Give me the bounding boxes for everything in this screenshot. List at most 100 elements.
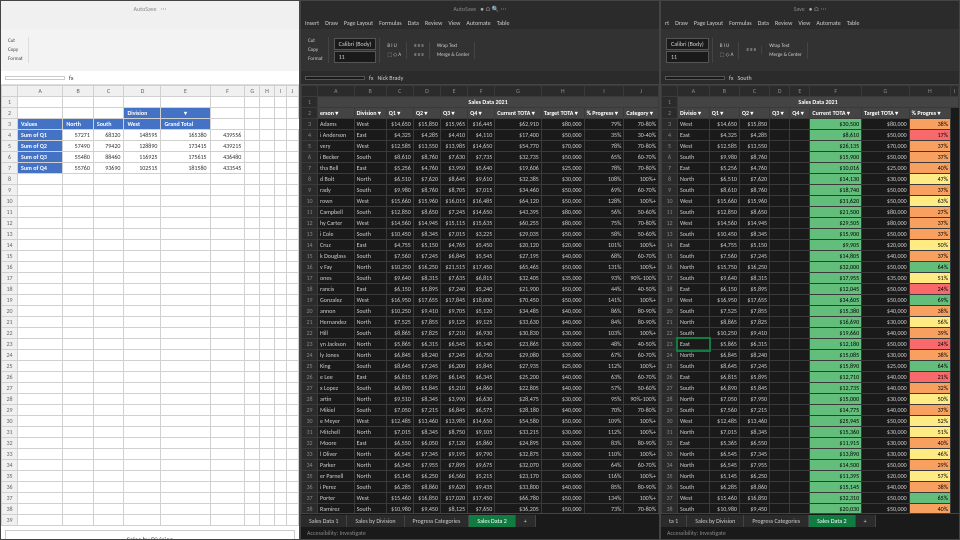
table-row[interactable]: 25KingSouth$8,645$7,245$6,200$5,845$27,9…	[302, 361, 659, 372]
table-row[interactable]: 30e MeyerWest$12,485$13,460$13,985$14,65…	[302, 416, 659, 427]
table-row[interactable]: 3AdamsWest$14,650$15,850$15,965$16,445$6…	[302, 119, 659, 130]
table-row[interactable]: 21HernandezNorth$7,525$7,855$9,125$9,125…	[302, 317, 659, 328]
table-row[interactable]: 19West$16,950$17,655$34,605$50,00069%	[662, 295, 959, 306]
table-row[interactable]: 11South$12,850$8,650$21,500$80,00027%	[662, 207, 959, 218]
autosave[interactable]: AutoSave	[134, 5, 157, 13]
table-row[interactable]: 12hy CarterWest$14,560$14,945$15,115$15,…	[302, 218, 659, 229]
formula-value[interactable]: Nick Brady	[377, 74, 403, 82]
menu-page layout[interactable]: Page Layout	[344, 19, 373, 27]
grid[interactable]: ABCDEFGHI 1Sales Data 2021 2Divisio ▾Q1 …	[661, 85, 959, 513]
table-row[interactable]: 35er ParnellNorth$5,145$6,250$6,560$5,21…	[302, 471, 659, 482]
table-row[interactable]: 16v FayNorth$10,250$16,250$21,515$17,450…	[302, 262, 659, 273]
table-row[interactable]: 33l OliverNorth$6,545$7,345$9,195$9,790$…	[302, 449, 659, 460]
table-row[interactable]: 14CruzEast$4,755$5,150$4,765$5,450$20,12…	[302, 240, 659, 251]
font-select[interactable]: Calibri (Body)	[334, 38, 377, 50]
table-row[interactable]: 34North$6,545$7,955$14,500$50,00029%	[662, 460, 959, 471]
table-row[interactable]: 32East$5,365$6,550$11,915$30,00040%	[662, 438, 959, 449]
table-row[interactable]: 38RamirezSouth$10,980$9,450$8,125$7,650$…	[302, 504, 659, 514]
tab-sales-data-2[interactable]: Sales Data 2	[469, 515, 515, 527]
fx-icon[interactable]: fx	[369, 74, 373, 82]
table-row[interactable]: 33North$6,545$7,345$13,890$30,00046%	[662, 449, 959, 460]
table-row[interactable]: 19GonzalezWest$16,950$17,655$17,845$18,0…	[302, 295, 659, 306]
table-row[interactable]: 12West$14,560$14,945$29,505$80,00037%	[662, 218, 959, 229]
table-row[interactable]: 22HillSouth$8,865$7,825$7,210$6,930$30,8…	[302, 328, 659, 339]
table-row[interactable]: 36South$6,285$8,860$15,145$40,00038%	[662, 482, 959, 493]
table-row[interactable]: 9South$8,610$8,760$18,740$50,00037%	[662, 185, 959, 196]
table-row[interactable]: 34ParkerNorth$6,545$7,955$7,895$9,675$32…	[302, 460, 659, 471]
table-row[interactable]: 24ly JonesNorth$6,845$8,240$7,245$6,750$…	[302, 350, 659, 361]
table-row[interactable]: 23yn JacksonNorth$5,865$6,315$6,545$5,14…	[302, 339, 659, 350]
table-row[interactable]: 4i AndersonEast$4,325$4,285$4,410$4,110$…	[302, 130, 659, 141]
table-row[interactable]: 27x LopezSouth$6,890$5,845$5,210$4,860$2…	[302, 383, 659, 394]
add-sheet[interactable]: +	[516, 515, 536, 527]
format-btn[interactable]: Format	[6, 55, 25, 63]
table-row[interactable]: 14East$4,755$5,150$9,905$20,00050%	[662, 240, 959, 251]
table-row[interactable]: 18rancisEast$6,150$5,895$7,240$5,240$21,…	[302, 284, 659, 295]
menu-view[interactable]: View	[448, 19, 460, 27]
table-row[interactable]: 9radySouth$9,980$8,760$8,705$7,015$34,46…	[302, 185, 659, 196]
table-row[interactable]: 18East$6,150$5,895$12,045$50,00024%	[662, 284, 959, 295]
table-row[interactable]: 7tha BellEast$5,256$4,760$3,950$5,640$19…	[302, 163, 659, 174]
grid[interactable]: ABCDEFGHIJ 1Sales Data 2021 2erson ▾Divi…	[301, 85, 659, 513]
table-row[interactable]: 15South$7,560$7,245$14,805$40,00037%	[662, 251, 959, 262]
accessibility-status[interactable]: Accessibility: Investigate	[307, 529, 366, 537]
table-row[interactable]: 17onesSouth$9,640$8,315$7,635$6,815$32,4…	[302, 273, 659, 284]
table-row[interactable]: 31MitchellNorth$7,015$8,345$8,750$9,105$…	[302, 427, 659, 438]
table-row[interactable]: 15k DouglassSouth$7,560$7,245$6,845$5,54…	[302, 251, 659, 262]
menu-automate[interactable]: Automate	[466, 19, 490, 27]
table-row[interactable]: 13i ColeSouth$10,450$8,345$7,015$3,225$2…	[302, 229, 659, 240]
grid[interactable]: ABCDEFGHIJ 1 2Division▾ 3ValuesNorthSout…	[1, 85, 299, 539]
menu-data[interactable]: Data	[408, 19, 419, 27]
table-row[interactable]: 8North$6,510$7,620$14,130$30,00047%	[662, 174, 959, 185]
table-row[interactable]: 7East$5,256$4,760$10,016$25,00040%	[662, 163, 959, 174]
table-row[interactable]: 10West$15,660$15,960$31,620$50,00063%	[662, 196, 959, 207]
table-row[interactable]: 21North$8,865$7,825$16,690$30,00056%	[662, 317, 959, 328]
tab-sales-by-division[interactable]: Sales by Division	[347, 515, 404, 527]
fx-icon[interactable]: fx	[69, 74, 73, 82]
table-row[interactable]: 16North$15,750$16,250$32,000$50,00064%	[662, 262, 959, 273]
name-box[interactable]	[305, 76, 365, 80]
table-row[interactable]: 5West$12,585$13,550$26,135$70,00037%	[662, 141, 959, 152]
table-row[interactable]: 26e LeeEast$6,815$5,895$6,145$6,345$25,2…	[302, 372, 659, 383]
table-row[interactable]: 37PorterWest$15,460$16,850$17,020$17,450…	[302, 493, 659, 504]
table-row[interactable]: 6i BeckerSouth$8,610$8,760$7,630$7,735$3…	[302, 152, 659, 163]
table-row[interactable]: 20annonSouth$10,250$9,410$9,705$5,120$34…	[302, 306, 659, 317]
table-row[interactable]: 30West$12,485$13,460$25,945$50,00052%	[662, 416, 959, 427]
table-row[interactable]: 38South$10,980$9,450$20,030$50,00040%	[662, 504, 959, 514]
table-row[interactable]: 31North$7,015$8,345$15,360$30,00051%	[662, 427, 959, 438]
table-row[interactable]: 24North$6,845$8,240$15,085$30,00038%	[662, 350, 959, 361]
table-row[interactable]: 29MikielSouth$7,050$7,215$6,845$6,575$28…	[302, 405, 659, 416]
tab-sales-data-1[interactable]: Sales Data 1	[301, 515, 347, 527]
table-row[interactable]: 6South$9,980$8,760$15,900$50,00037%	[662, 152, 959, 163]
table-row[interactable]: 36i PerezSouth$6,285$8,860$9,620$9,435$3…	[302, 482, 659, 493]
table-row[interactable]: 25South$8,645$7,245$15,890$25,00064%	[662, 361, 959, 372]
table-row[interactable]: 35North$5,145$6,250$11,395$20,00057%	[662, 471, 959, 482]
table-row[interactable]: 32MooreEast$6,550$6,050$7,120$5,860$24,8…	[302, 438, 659, 449]
tab-progress-categories[interactable]: Progress Categories	[405, 515, 470, 527]
cut-btn[interactable]: Cut	[6, 37, 25, 45]
name-box[interactable]	[5, 76, 65, 80]
table-row[interactable]: 20South$7,525$7,855$15,380$40,00038%	[662, 306, 959, 317]
table-row[interactable]: 11CampbellSouth$12,850$8,650$7,245$14,65…	[302, 207, 659, 218]
table-row[interactable]: 37West$15,460$16,850$32,310$50,00065%	[662, 493, 959, 504]
menu-formulas[interactable]: Formulas	[379, 19, 401, 27]
table-row[interactable]: 22South$10,250$9,410$19,660$40,00039%	[662, 328, 959, 339]
table-row[interactable]: 13South$10,450$8,345$15,900$50,00037%	[662, 229, 959, 240]
menu-table[interactable]: Table	[497, 19, 510, 27]
table-row[interactable]: 29South$7,560$7,215$14,775$40,00037%	[662, 405, 959, 416]
table-row[interactable]: 17South$9,640$8,315$17,955$35,00051%	[662, 273, 959, 284]
table-row[interactable]: 3West$14,650$15,850$30,500$80,00038%	[662, 119, 959, 130]
menu-draw[interactable]: Draw	[325, 19, 338, 27]
table-row[interactable]: 28North$7,050$7,950$15,000$30,00050%	[662, 394, 959, 405]
menu-review[interactable]: Review	[425, 19, 442, 27]
copy-btn[interactable]: Copy	[6, 46, 25, 54]
table-row[interactable]: 26East$6,815$5,895$12,710$40,00021%	[662, 372, 959, 383]
table-row[interactable]: 5veryWest$12,585$13,550$13,985$14,650$54…	[302, 141, 659, 152]
table-row[interactable]: 8d BoltNorth$6,510$7,620$8,645$9,610$32,…	[302, 174, 659, 185]
menu-insert[interactable]: Insert	[305, 19, 319, 27]
table-row[interactable]: 23East$5,865$6,315$12,180$50,00024%	[662, 339, 959, 350]
chart-sales-by-division[interactable]: Sales by Division	[5, 530, 295, 539]
table-row[interactable]: 28artinNorth$9,510$8,345$3,990$6,630$28,…	[302, 394, 659, 405]
table-row[interactable]: 27South$6,890$5,845$12,735$40,00032%	[662, 383, 959, 394]
table-row[interactable]: 4East$4,325$4,285$8,610$50,00017%	[662, 130, 959, 141]
